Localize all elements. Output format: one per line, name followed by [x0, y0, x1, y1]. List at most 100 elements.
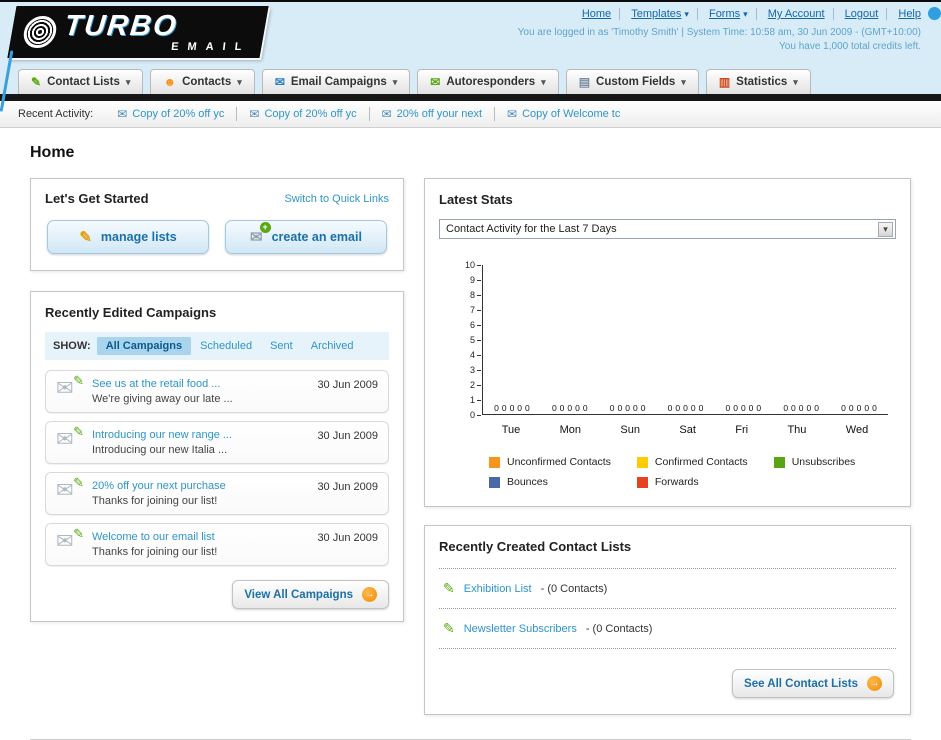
chart-plot: 00000 00000 00000 00000 00000 00000 00000 [482, 265, 888, 415]
see-all-contact-lists-button[interactable]: See All Contact Lists → [732, 669, 894, 698]
email-plus-icon: ✉ + [250, 222, 271, 246]
campaign-date: 30 Jun 2009 [317, 532, 378, 544]
campaign-row[interactable]: ✉ ✎ See us at the retail food ... We're g… [45, 370, 389, 413]
campaign-title-link[interactable]: 20% off your next purchase [92, 480, 307, 492]
chart-y-tick-label: 5 [470, 335, 481, 345]
nav-tab-statistics[interactable]: ▥ Statistics ▾ [705, 69, 811, 94]
chevron-down-icon: ▾ [878, 221, 893, 237]
tab-sent[interactable]: Sent [261, 337, 302, 355]
chart-day-label: Mon [559, 424, 582, 436]
view-all-campaigns-button[interactable]: View All Campaigns → [232, 580, 389, 609]
page: TURBO EMAIL Home Templates ▾ Forms ▾ My Ac… [0, 0, 941, 740]
chart-day-label: Sat [679, 424, 696, 436]
campaign-subtitle: Thanks for joining our list! [92, 546, 218, 558]
nav-tab-label: Contacts [182, 76, 232, 88]
tab-archived[interactable]: Archived [302, 337, 363, 355]
chevron-down-icon: ▾ [793, 76, 798, 87]
decorative-dot [928, 7, 941, 20]
chart-legend: Unconfirmed Contacts Confirmed Contacts Un… [489, 456, 896, 488]
stats-title: Latest Stats [439, 192, 513, 207]
chart-plot-area: 00000 00000 00000 00000 00000 00000 00000 Tue M… [482, 265, 888, 436]
edit-campaign-icon: ✉ ✎ [56, 424, 84, 451]
recent-activity-item[interactable]: ✉ 20% off your next [370, 107, 496, 121]
recent-activity-item[interactable]: ✉ Copy of 20% off yc [105, 107, 238, 121]
contact-list-count: - (0 Contacts) [540, 582, 608, 595]
nav-tab-custom-fields[interactable]: ▤ Custom Fields ▾ [565, 69, 699, 94]
legend-label: Unsubscribes [791, 456, 856, 468]
chevron-down-icon: ▾ [681, 76, 686, 87]
legend-label: Forwards [654, 476, 699, 488]
recent-activity-label: Recent Activity: [18, 108, 94, 120]
header-right: Home Templates ▾ Forms ▾ My Account Logout… [518, 8, 921, 52]
contacts-icon: ☻ [163, 75, 177, 89]
chart-y-tick-label: 4 [470, 350, 481, 360]
recent-activity-item[interactable]: ✉ Copy of Welcome tc [495, 107, 632, 121]
chart-day-label: Wed [845, 424, 869, 436]
manage-lists-button[interactable]: ✎ manage lists [47, 220, 209, 254]
chart-y-tick-label: 1 [470, 395, 481, 405]
chart-y-tick-label: 2 [470, 380, 481, 390]
contact-lists-icon: ✎ [31, 75, 42, 89]
link-help[interactable]: Help [890, 8, 921, 20]
campaign-date: 30 Jun 2009 [317, 481, 378, 493]
recent-activity-item[interactable]: ✉ Copy of 20% off yc [237, 107, 370, 121]
contact-list-link[interactable]: Newsletter Subscribers [464, 623, 577, 635]
nav-tab-email-campaigns[interactable]: ✉ Email Campaigns ▾ [261, 69, 411, 94]
link-forms[interactable]: Forms ▾ [700, 8, 757, 20]
campaign-date: 30 Jun 2009 [317, 379, 378, 391]
nav-tab-contacts[interactable]: ☻ Contacts ▾ [150, 69, 255, 94]
campaign-date: 30 Jun 2009 [317, 430, 378, 442]
contact-lists-title: Recently Created Contact Lists [439, 539, 632, 554]
campaign-row[interactable]: ✉ ✎ Welcome to our email list Thanks for … [45, 523, 389, 566]
email-campaigns-icon: ✉ [274, 75, 285, 89]
nav-tab-contact-lists[interactable]: ✎ Contact Lists ▾ [18, 69, 144, 94]
chart-y-tick-label: 7 [470, 305, 481, 315]
link-my-account[interactable]: My Account [759, 8, 834, 20]
campaign-row[interactable]: ✉ ✎ Introducing our new range ... Introdu… [45, 421, 389, 464]
link-home[interactable]: Home [573, 8, 621, 20]
chart-value-group: 00000 [725, 403, 762, 413]
link-forms-label: Forms [708, 8, 741, 20]
arrow-right-icon: → [362, 587, 377, 602]
link-logout[interactable]: Logout [836, 8, 888, 20]
stats-period-select[interactable]: Contact Activity for the Last 7 Days ▾ [439, 219, 896, 239]
legend-swatch [489, 476, 500, 488]
chart-y-tick-label: 0 [470, 410, 481, 420]
campaign-filter-tabs: SHOW: All Campaigns Scheduled Sent Archi… [45, 332, 389, 360]
campaign-row[interactable]: ✉ ✎ 20% off your next purchase Thanks for… [45, 472, 389, 515]
custom-fields-icon: ▤ [578, 75, 591, 89]
link-templates[interactable]: Templates ▾ [623, 8, 698, 20]
switch-to-quick-links[interactable]: Switch to Quick Links [284, 193, 389, 205]
legend-item: Unsubscribes [773, 456, 856, 468]
nav-tab-label: Autoresponders [446, 76, 536, 88]
edit-list-icon: ✎ [443, 620, 455, 636]
tab-all-campaigns[interactable]: All Campaigns [96, 337, 192, 355]
campaign-title-link[interactable]: Introducing our new range ... [92, 429, 307, 441]
recently-edited-campaigns-panel: Recently Edited Campaigns SHOW: All Camp… [30, 291, 404, 622]
main-nav: ✎ Contact Lists ▾ ☻ Contacts ▾ ✉ Email C… [18, 69, 811, 94]
chart-day-label: Thu [787, 424, 807, 436]
pencil-icon: ✎ [79, 229, 92, 246]
legend-item: Confirmed Contacts [636, 456, 748, 468]
chevron-down-icon: ▾ [684, 9, 689, 19]
campaign-title-link[interactable]: See us at the retail food ... [92, 378, 307, 390]
contact-activity-chart: 10 9 8 7 6 5 4 3 2 1 0 000000000000000000000000000… [465, 260, 888, 436]
nav-tab-autoresponders[interactable]: ✉ Autoresponders ▾ [417, 69, 559, 94]
nav-tab-label: Email Campaigns [290, 76, 387, 88]
right-column: Latest Stats Contact Activity for the La… [424, 178, 911, 715]
campaign-title-link[interactable]: Welcome to our email list [92, 531, 307, 543]
credits-info: You have 1,000 total credits left. [779, 41, 921, 52]
latest-stats-panel: Latest Stats Contact Activity for the La… [424, 178, 911, 507]
show-label: SHOW: [53, 340, 91, 352]
create-email-button[interactable]: ✉ + create an email [225, 220, 387, 254]
chart-y-tick-label: 9 [470, 275, 481, 285]
edit-campaign-icon: ✉ ✎ [56, 475, 84, 502]
chevron-down-icon: ▾ [125, 76, 131, 87]
contact-list-link[interactable]: Exhibition List [464, 583, 532, 595]
link-templates-label: Templates [631, 8, 682, 20]
legend-item: Unconfirmed Contacts [489, 456, 611, 468]
chevron-down-icon: ▾ [541, 76, 546, 87]
tab-scheduled[interactable]: Scheduled [191, 337, 261, 355]
see-all-contact-lists-label: See All Contact Lists [744, 677, 858, 690]
chart-value-group: 00000 [667, 403, 704, 413]
